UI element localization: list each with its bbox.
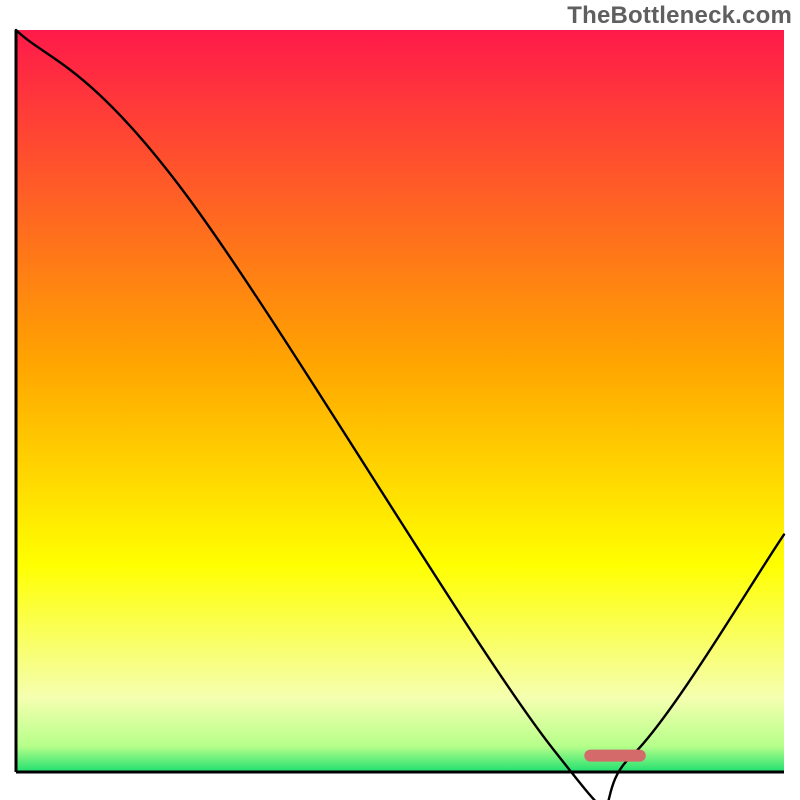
chart-container: { "watermark": "TheBottleneck.com", "cha… [0,0,800,800]
bottleneck-chart [0,0,800,800]
plot-background [16,30,784,772]
watermark-text: TheBottleneck.com [567,2,792,30]
optimum-marker [584,750,645,762]
